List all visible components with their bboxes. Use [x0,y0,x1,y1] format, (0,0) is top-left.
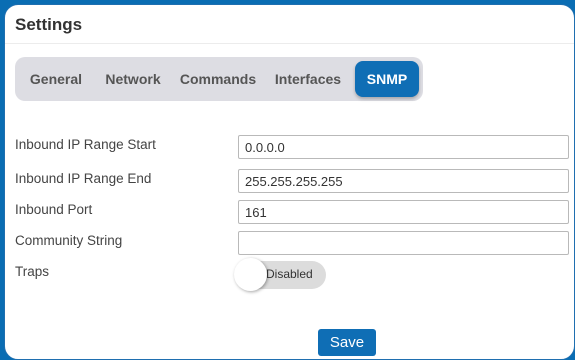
save-button[interactable]: Save [318,329,376,356]
tab-snmp[interactable]: SNMP [355,61,419,97]
inbound-ip-end-label: Inbound IP Range End [15,171,152,186]
community-string-label: Community String [15,233,123,248]
page-title: Settings [15,15,83,34]
settings-panel: Settings General Network Commands Interf… [4,4,575,360]
inbound-port-input[interactable] [238,200,569,224]
traps-toggle[interactable]: Disabled [234,258,326,291]
tab-network[interactable]: Network [95,61,171,97]
tab-commands[interactable]: Commands [173,61,263,97]
traps-toggle-state: Disabled [266,267,313,281]
inbound-ip-start-input[interactable] [238,135,569,159]
tab-interfaces[interactable]: Interfaces [267,61,349,97]
community-string-input[interactable] [238,231,569,255]
tab-bar: General Network Commands Interfaces SNMP [15,57,423,101]
inbound-port-label: Inbound Port [15,202,93,217]
toggle-knob [234,258,267,291]
inbound-ip-end-input[interactable] [238,169,569,193]
inbound-ip-start-label: Inbound IP Range Start [15,137,156,152]
panel-header: Settings [5,5,574,44]
tab-general[interactable]: General [21,61,91,97]
traps-label: Traps [15,264,50,279]
